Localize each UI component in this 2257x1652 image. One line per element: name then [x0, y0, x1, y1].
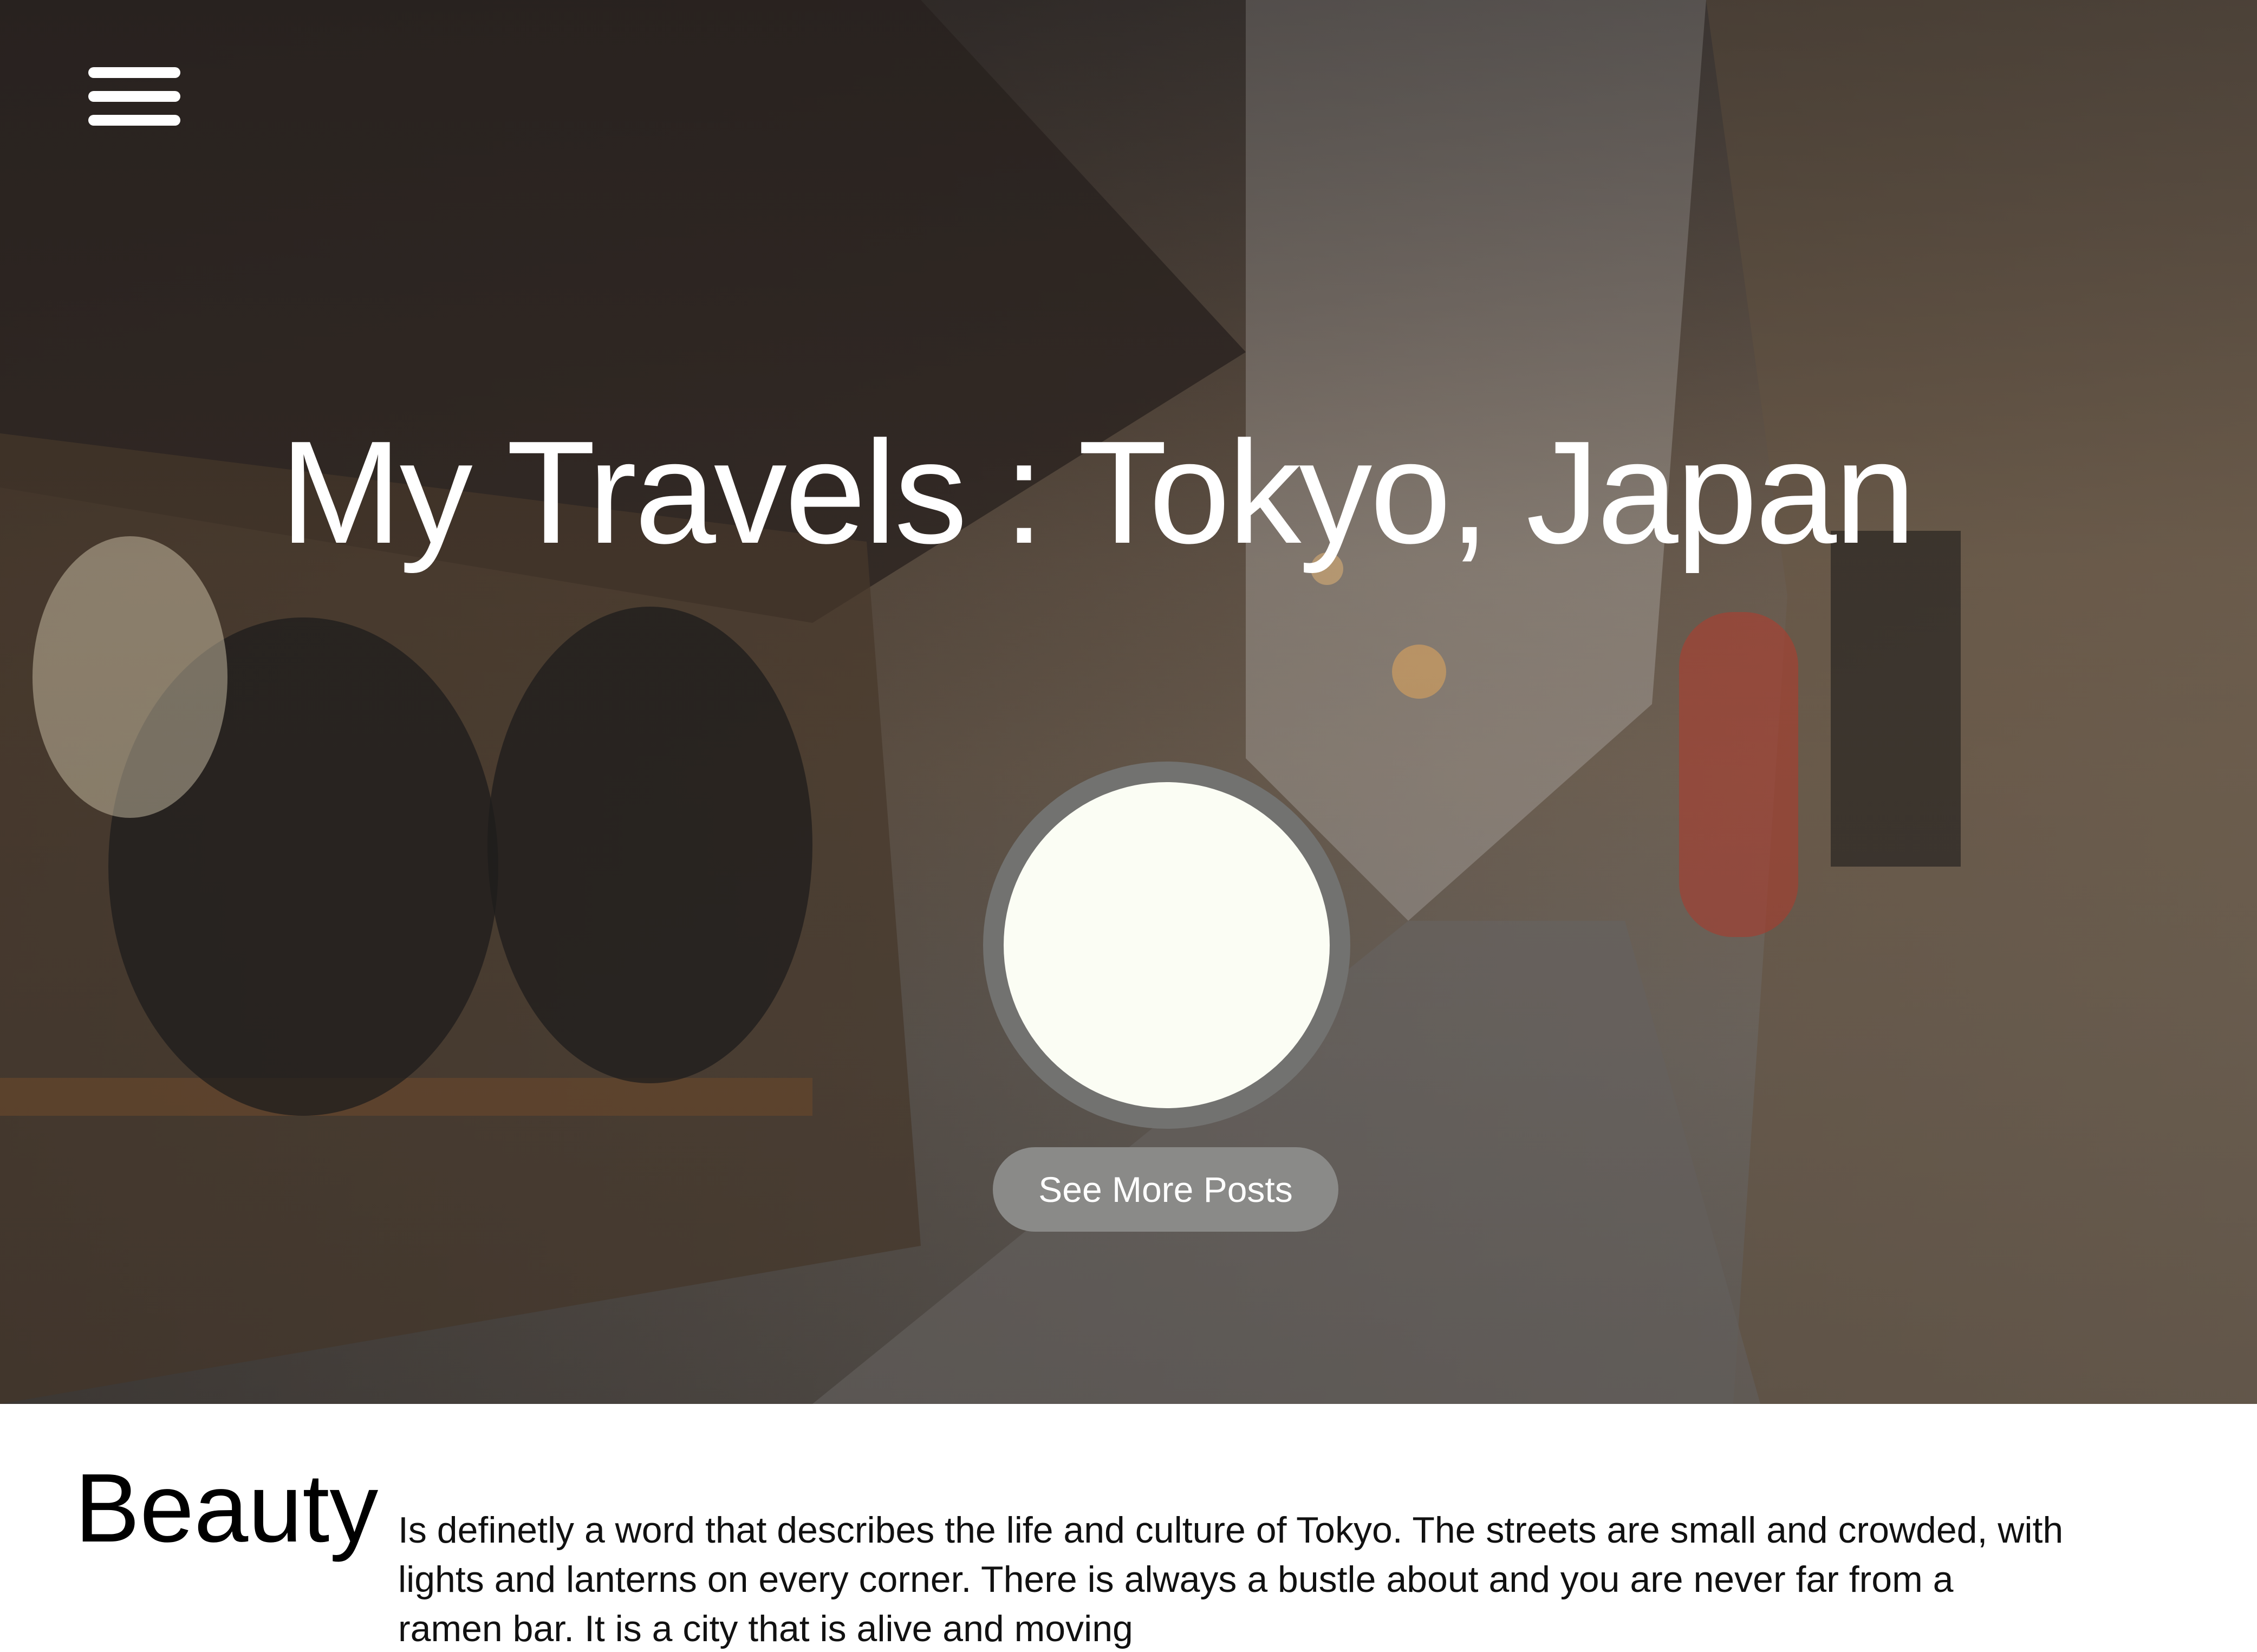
section-heading: Beauty	[75, 1454, 379, 1563]
avatar[interactable]	[1004, 782, 1330, 1108]
see-more-posts-button[interactable]: See More Posts	[993, 1147, 1338, 1232]
menu-bar-top	[88, 67, 180, 78]
page: My Travels : Tokyo, Japan See More Posts…	[0, 0, 2257, 1652]
page-title: My Travels : Tokyo, Japan	[279, 411, 1916, 574]
section-body-text: Is definetly a word that describes the l…	[398, 1510, 2064, 1649]
hero-banner: My Travels : Tokyo, Japan See More Posts	[0, 0, 2257, 1404]
hamburger-menu-icon[interactable]	[88, 66, 180, 127]
menu-bar-bottom	[88, 115, 180, 126]
menu-bar-middle	[88, 91, 180, 102]
